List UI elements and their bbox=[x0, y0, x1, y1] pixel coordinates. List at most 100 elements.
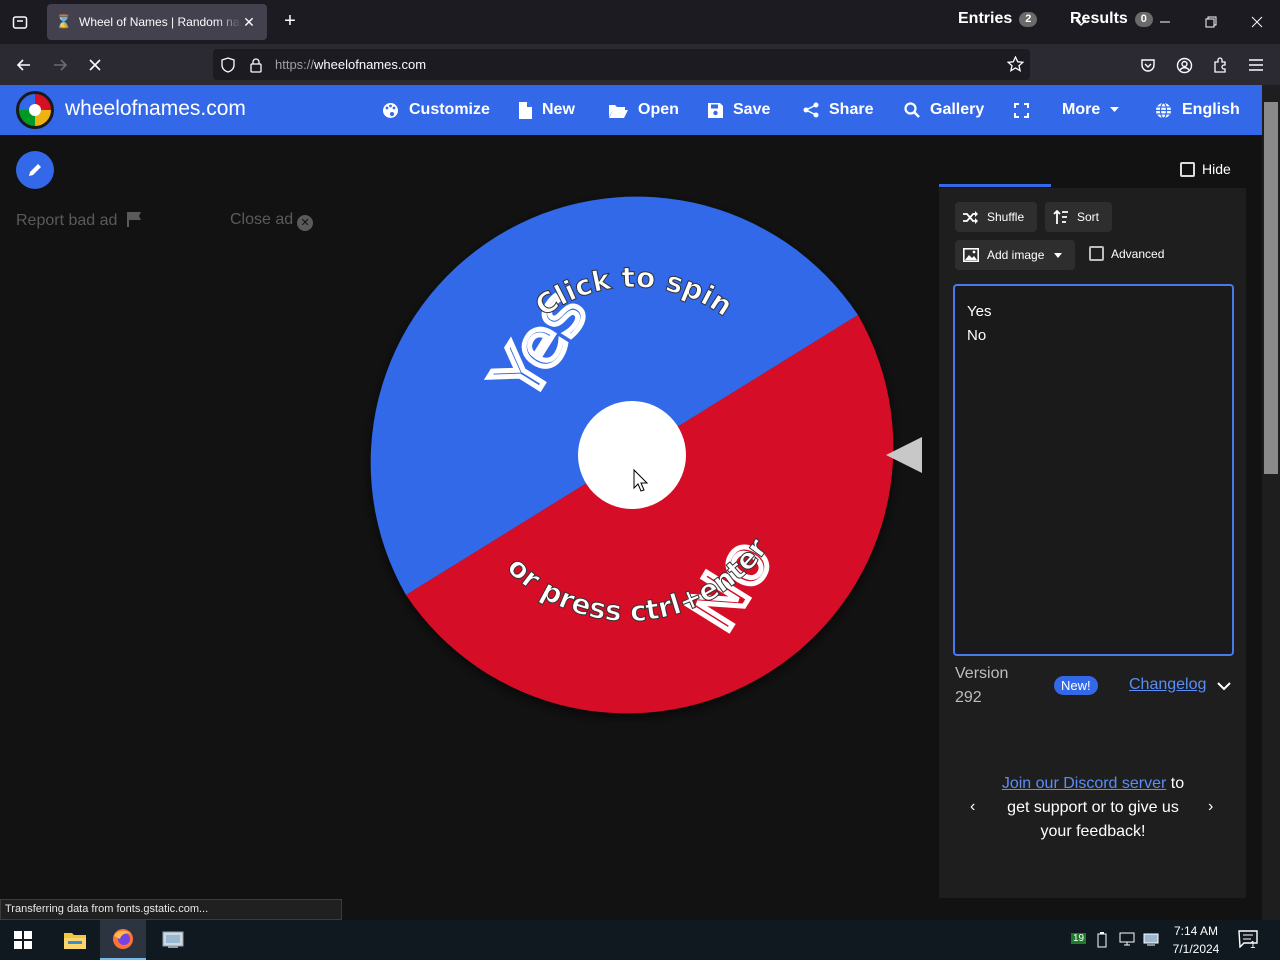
discord-message: Join our Discord server to get support o… bbox=[990, 772, 1196, 844]
open-label: Open bbox=[638, 101, 679, 118]
wheel-center-hub[interactable] bbox=[578, 401, 686, 509]
app-taskbar-icon[interactable] bbox=[150, 920, 196, 960]
wheel-pointer bbox=[886, 437, 922, 473]
forward-arrow-icon[interactable] bbox=[47, 52, 73, 78]
hide-label: Hide bbox=[1202, 161, 1231, 177]
tab-results-label: Results bbox=[1070, 10, 1128, 27]
taskbar-clock[interactable]: 7:14 AM 7/1/2024 bbox=[1166, 922, 1226, 958]
image-icon bbox=[963, 248, 979, 262]
new-label: New bbox=[542, 101, 575, 118]
language-selector[interactable]: English bbox=[1155, 85, 1240, 135]
globe-icon bbox=[1155, 101, 1172, 119]
back-arrow-icon[interactable] bbox=[11, 52, 37, 78]
hourglass-icon: ⌛ bbox=[55, 14, 73, 29]
more-dropdown[interactable]: More bbox=[1062, 85, 1120, 135]
new-button[interactable]: New bbox=[519, 85, 575, 135]
tab-entries-label: Entries bbox=[958, 10, 1013, 27]
pocket-icon[interactable] bbox=[1135, 52, 1161, 78]
url-text: https://wheelofnames.com bbox=[275, 57, 426, 72]
hide-checkbox[interactable]: Hide bbox=[1180, 161, 1231, 177]
bookmark-star-icon[interactable] bbox=[1007, 56, 1024, 73]
spin-wheel[interactable]: Yes No Click to spin or press ctrl+enter bbox=[364, 187, 900, 723]
open-button[interactable]: Open bbox=[609, 85, 679, 135]
version-info: Version 292 bbox=[955, 662, 1008, 710]
new-badge: New! bbox=[1054, 676, 1098, 695]
shuffle-button[interactable]: Shuffle bbox=[955, 202, 1037, 232]
chevron-down-icon[interactable] bbox=[1215, 677, 1233, 695]
folder-open-icon bbox=[609, 103, 628, 118]
file-icon bbox=[519, 101, 532, 119]
windows-taskbar: 19 1 bbox=[0, 920, 1280, 960]
entries-count-badge: 2 bbox=[1019, 11, 1038, 27]
entries-textarea[interactable]: Yes No bbox=[953, 284, 1234, 656]
close-ad-link[interactable]: Close ad ✕ bbox=[230, 211, 314, 231]
share-button[interactable]: Share bbox=[803, 85, 873, 135]
carousel-next-icon[interactable]: › bbox=[1208, 798, 1213, 816]
tab-results[interactable]: Results 0 bbox=[1070, 10, 1153, 28]
gallery-button[interactable]: Gallery bbox=[904, 85, 984, 135]
discord-link[interactable]: Join our Discord server bbox=[1002, 775, 1167, 792]
caret-down-icon bbox=[1054, 252, 1063, 258]
tab-entries[interactable]: Entries 2 bbox=[958, 10, 1038, 28]
site-name[interactable]: wheelofnames.com bbox=[65, 97, 246, 121]
save-button[interactable]: Save bbox=[708, 85, 770, 135]
customize-label: Customize bbox=[409, 101, 490, 118]
firefox-taskbar-icon[interactable] bbox=[100, 920, 146, 960]
clock-date: 7/1/2024 bbox=[1172, 942, 1220, 956]
caret-down-icon bbox=[1110, 107, 1120, 113]
hamburger-menu-icon[interactable] bbox=[1243, 52, 1269, 78]
site-header: wheelofnames.com Customize New Open Save… bbox=[0, 85, 1262, 135]
sort-icon bbox=[1053, 210, 1069, 224]
share-icon bbox=[803, 102, 819, 118]
fullscreen-button[interactable] bbox=[1014, 85, 1039, 135]
new-tab-icon[interactable]: + bbox=[280, 10, 300, 33]
carousel-prev-icon[interactable]: ‹ bbox=[970, 798, 975, 816]
floppy-disk-icon bbox=[708, 102, 723, 118]
active-tab-indicator bbox=[939, 184, 1051, 187]
extensions-icon[interactable] bbox=[1207, 52, 1233, 78]
battery-icon[interactable] bbox=[1097, 932, 1107, 951]
close-window-icon[interactable] bbox=[1234, 0, 1280, 44]
fullscreen-icon bbox=[1014, 102, 1029, 118]
save-label: Save bbox=[733, 101, 771, 118]
file-explorer-icon[interactable] bbox=[52, 920, 98, 960]
tab-list-icon[interactable] bbox=[0, 0, 40, 44]
changelog-link[interactable]: Changelog bbox=[1129, 676, 1206, 694]
hide-checkbox-box[interactable] bbox=[1180, 161, 1195, 177]
tray-badge-icon[interactable]: 19 bbox=[1071, 933, 1087, 944]
scrollbar-thumb[interactable] bbox=[1264, 102, 1278, 474]
browser-status-bar: Transferring data from fonts.gstatic.com… bbox=[0, 899, 342, 920]
lock-icon[interactable] bbox=[249, 57, 269, 73]
edit-button[interactable] bbox=[16, 151, 54, 189]
advanced-checkbox[interactable]: Advanced bbox=[1089, 246, 1164, 261]
close-tab-icon[interactable]: ✕ bbox=[241, 14, 257, 31]
shuffle-label: Shuffle bbox=[987, 210, 1025, 224]
sort-button[interactable]: Sort bbox=[1045, 202, 1112, 232]
wheel-logo-icon[interactable] bbox=[16, 91, 54, 129]
url-bar[interactable]: https://wheelofnames.com bbox=[213, 49, 1030, 80]
volume-icon[interactable] bbox=[1143, 932, 1159, 949]
report-ad-link[interactable]: Report bad ad bbox=[16, 211, 142, 230]
restore-icon[interactable] bbox=[1188, 0, 1234, 44]
stop-loading-icon[interactable] bbox=[82, 52, 108, 78]
discord-text-1: to bbox=[1166, 775, 1185, 792]
add-image-dropdown[interactable]: Add image bbox=[955, 240, 1075, 270]
clock-time: 7:14 AM bbox=[1173, 924, 1219, 938]
close-ad-label: Close ad bbox=[230, 211, 294, 228]
entry-line: Yes bbox=[967, 303, 992, 320]
windows-start-icon[interactable] bbox=[0, 920, 46, 960]
wheel-svg[interactable]: Yes No Click to spin or press ctrl+enter bbox=[364, 187, 900, 723]
browser-tab-active[interactable]: ⌛ Wheel of Names | Random name picker ✕ bbox=[47, 4, 267, 40]
sort-label: Sort bbox=[1077, 210, 1100, 224]
account-icon[interactable] bbox=[1171, 52, 1197, 78]
shuffle-icon bbox=[963, 210, 979, 224]
advanced-checkbox-box[interactable] bbox=[1089, 246, 1104, 261]
url-protocol: https:// bbox=[275, 57, 315, 72]
search-icon bbox=[904, 102, 920, 118]
network-icon[interactable] bbox=[1119, 932, 1135, 949]
shield-icon[interactable] bbox=[221, 56, 241, 73]
results-count-badge: 0 bbox=[1134, 11, 1153, 27]
customize-button[interactable]: Customize bbox=[382, 85, 490, 135]
notification-count: 1 bbox=[1250, 940, 1256, 951]
flag-icon bbox=[126, 211, 142, 227]
